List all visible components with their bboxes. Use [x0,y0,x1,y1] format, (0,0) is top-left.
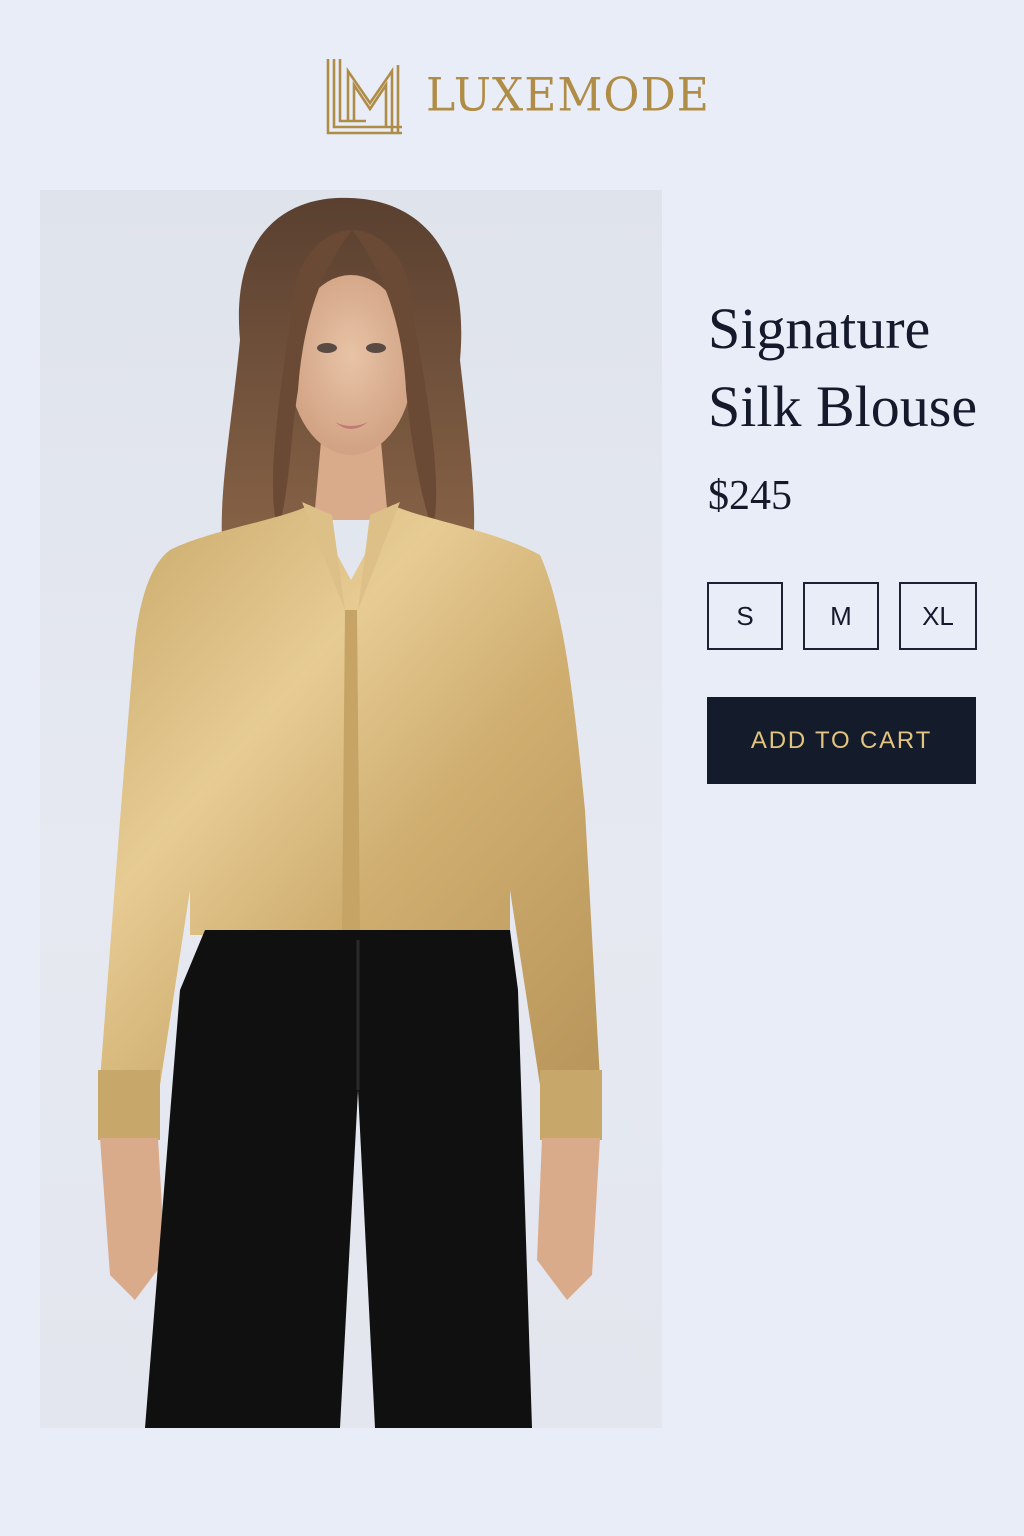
model-wearing-blouse-photo [98,197,602,1428]
add-to-cart-button[interactable]: ADD TO CART [707,697,976,784]
size-selector: S M XL [707,582,977,650]
size-option-s[interactable]: S [707,582,783,650]
product-title: Signature Silk Blouse [708,290,1008,446]
product-info: Signature Silk Blouse [708,290,1008,446]
product-price: $245 [708,473,792,519]
product-image[interactable] [40,190,662,1428]
lm-monogram-icon [326,59,402,135]
brand-header[interactable]: LUXEMODE [326,57,710,135]
size-option-xl[interactable]: XL [899,582,977,650]
product-title-line-2: Silk Blouse [708,374,978,439]
size-option-m[interactable]: M [803,582,879,650]
product-title-line-1: Signature [708,296,931,361]
brand-name: LUXEMODE [426,68,710,123]
